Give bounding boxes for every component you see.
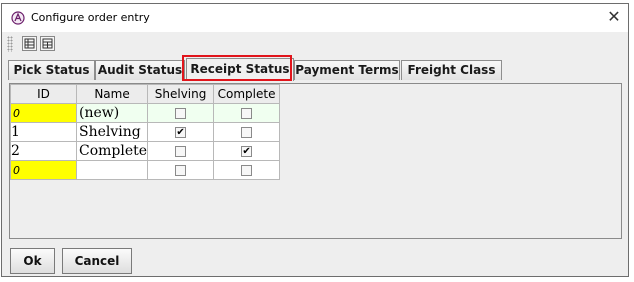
ok-button[interactable]: Ok xyxy=(10,248,55,274)
complete-checkbox[interactable]: ✔ xyxy=(241,146,253,157)
dialog-footer: Ok Cancel xyxy=(2,240,628,276)
shelving-checkbox-cell: ✔ xyxy=(147,122,215,142)
window-title: Configure order entry xyxy=(31,11,150,24)
tab-payment-terms[interactable]: Payment Terms xyxy=(294,60,400,80)
name-cell[interactable]: (new) xyxy=(75,103,149,123)
configure-order-entry-window: Configure order entry ✕ Pick Status Audi… xyxy=(1,3,629,277)
shelving-checkbox-cell xyxy=(147,103,215,123)
table-row[interactable]: 0 (new) xyxy=(10,103,281,123)
complete-checkbox-cell: ✔ xyxy=(213,141,281,161)
column-header-name[interactable]: Name xyxy=(75,84,149,104)
tab-audit-status[interactable]: Audit Status xyxy=(95,60,185,80)
shelving-checkbox-cell xyxy=(147,160,215,180)
title-bar: Configure order entry ✕ xyxy=(2,4,628,32)
name-cell[interactable]: Shelving xyxy=(75,122,149,142)
receipt-status-highlight xyxy=(182,55,292,81)
complete-checkbox[interactable] xyxy=(241,108,253,119)
tab-strip: Pick Status Audit Status Receipt Status … xyxy=(8,58,622,81)
toolbar xyxy=(2,32,628,58)
complete-checkbox[interactable] xyxy=(241,127,253,138)
id-cell[interactable]: 0 xyxy=(10,103,77,123)
complete-checkbox-cell xyxy=(213,160,281,180)
column-header-id[interactable]: ID xyxy=(10,84,77,104)
cancel-button[interactable]: Cancel xyxy=(62,248,132,274)
shelving-checkbox[interactable] xyxy=(175,146,187,157)
name-cell[interactable] xyxy=(75,160,149,180)
table-header-row: ID Name Shelving Complete xyxy=(10,84,281,104)
complete-checkbox[interactable] xyxy=(241,165,253,176)
app-icon xyxy=(11,11,25,25)
id-cell[interactable]: 2 xyxy=(10,141,77,161)
shelving-checkbox-cell xyxy=(147,141,215,161)
toolbar-config-icon[interactable] xyxy=(40,36,55,51)
tab-content-panel: ID Name Shelving Complete 0 (new) 1 Shel… xyxy=(9,83,622,239)
id-cell[interactable]: 1 xyxy=(10,122,77,142)
toolbar-table-icon[interactable] xyxy=(22,36,37,51)
close-icon[interactable]: ✕ xyxy=(605,8,623,26)
grid-config-icon xyxy=(42,38,53,49)
complete-checkbox-cell xyxy=(213,122,281,142)
table-row[interactable]: 1 Shelving ✔ xyxy=(10,122,281,142)
tab-freight-class[interactable]: Freight Class xyxy=(401,60,502,80)
toolbar-grip-icon[interactable] xyxy=(7,36,13,52)
table-row[interactable]: 0 xyxy=(10,160,281,180)
name-cell[interactable]: Complete xyxy=(75,141,149,161)
table-grid-icon xyxy=(24,38,35,49)
tab-pick-status[interactable]: Pick Status xyxy=(8,60,95,80)
shelving-checkbox[interactable] xyxy=(175,165,187,176)
column-header-complete[interactable]: Complete xyxy=(213,84,281,104)
complete-checkbox-cell xyxy=(213,103,281,123)
shelving-checkbox[interactable] xyxy=(175,108,187,119)
receipt-status-table: ID Name Shelving Complete 0 (new) 1 Shel… xyxy=(10,84,281,180)
table-row[interactable]: 2 Complete ✔ xyxy=(10,141,281,161)
id-cell[interactable]: 0 xyxy=(10,160,77,180)
column-header-shelving[interactable]: Shelving xyxy=(147,84,215,104)
shelving-checkbox[interactable]: ✔ xyxy=(175,127,187,138)
